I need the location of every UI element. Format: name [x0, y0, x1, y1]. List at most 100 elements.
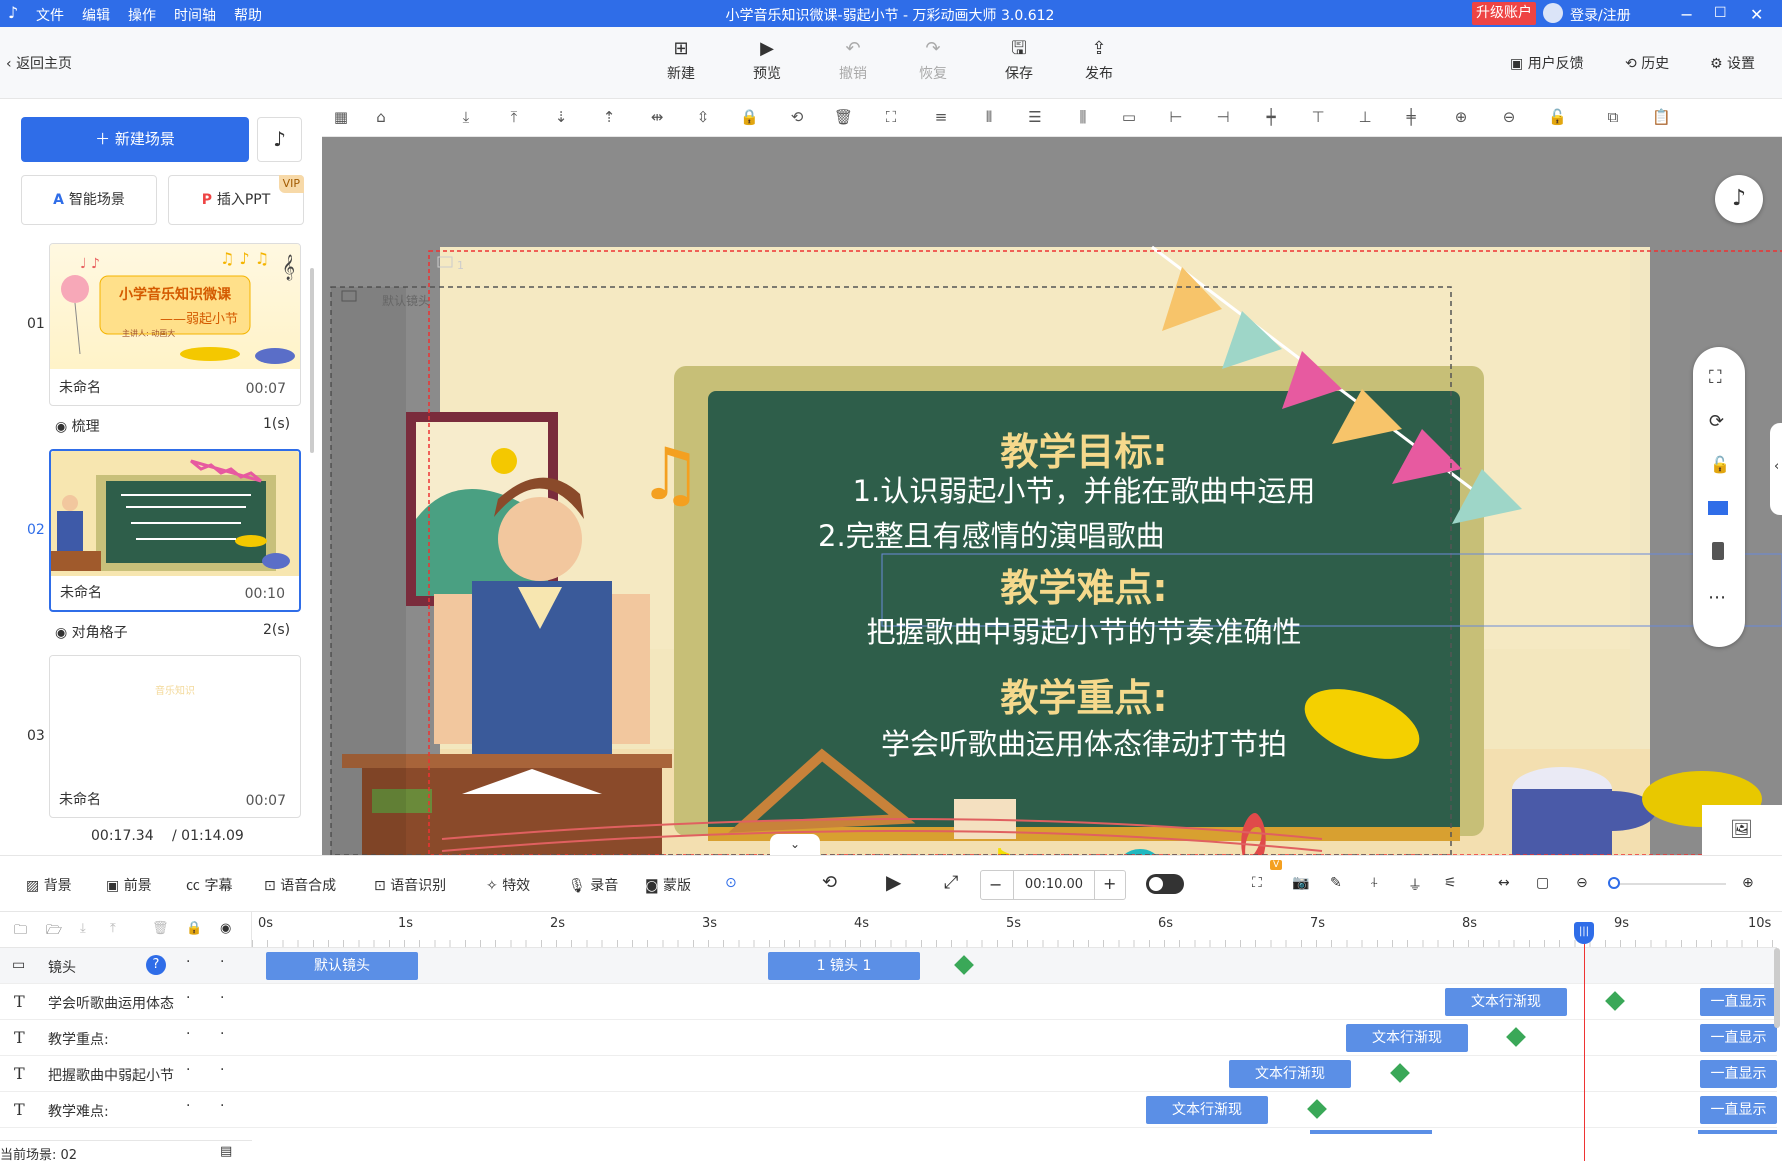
timeline-clip[interactable]: 文本行渐现: [1146, 1096, 1268, 1124]
zoom-out-icon[interactable]: ⊖: [1500, 108, 1518, 126]
focus-heading[interactable]: 教学重点:: [708, 667, 1460, 722]
tts-button[interactable]: ⊡ 语音合成: [264, 875, 336, 895]
unlock-icon[interactable]: 🔓: [1710, 455, 1730, 474]
playhead-handle[interactable]: |||: [1574, 922, 1594, 944]
timeline-clip[interactable]: 一直显示: [1700, 988, 1777, 1016]
track-header-text[interactable]: T 教学难点: · ·: [0, 1092, 252, 1128]
unlock-icon[interactable]: 🔓: [1548, 108, 1567, 126]
login-link[interactable]: 登录/注册: [1570, 5, 1631, 25]
distribute-h-icon[interactable]: ⫼: [1074, 108, 1092, 126]
keyframe-add-icon[interactable]: [1307, 1099, 1327, 1119]
screenshot-icon[interactable]: 📷: [1292, 875, 1309, 891]
keyframe-add-icon[interactable]: [1390, 1063, 1410, 1083]
scene-scrollbar[interactable]: [310, 268, 314, 453]
more-tools-icon[interactable]: ⊙: [725, 875, 737, 891]
duration-stepper[interactable]: − 00:10.00 +: [980, 870, 1126, 900]
duration-value[interactable]: 00:10.00: [1013, 871, 1095, 899]
history-link[interactable]: ⟲ 历史: [1625, 53, 1669, 73]
timeline-scrollbar[interactable]: [1774, 948, 1780, 1028]
keyframe-add-icon[interactable]: [1605, 991, 1625, 1011]
focus-line[interactable]: 学会听歌曲运用体态律动打节拍: [708, 721, 1460, 763]
menu-operate[interactable]: 操作: [128, 5, 156, 25]
edit-icon[interactable]: ✎: [1330, 875, 1342, 891]
align-right-icon[interactable]: ⊣: [1214, 108, 1232, 126]
maximize-icon[interactable]: ☐: [1714, 5, 1727, 21]
rotate-icon[interactable]: ⟲: [788, 108, 806, 126]
upgrade-button[interactable]: 升级账户: [1472, 2, 1536, 25]
align-bottom-icon[interactable]: ⊥: [1356, 108, 1374, 126]
scene-card-03[interactable]: 音乐知识 未命名 00:07: [49, 655, 301, 818]
move-down-icon[interactable]: ⇣: [552, 108, 570, 126]
play-icon[interactable]: ▶: [886, 870, 901, 894]
landscape-icon[interactable]: [1708, 501, 1728, 515]
speech-recognition-button[interactable]: ⊡ 语音识别: [374, 875, 446, 895]
replay-icon[interactable]: ⟲: [822, 872, 837, 893]
new-button[interactable]: ⊞ 新建: [651, 39, 711, 83]
fit-screen-icon[interactable]: ⛶: [1709, 367, 1722, 388]
filter-icon[interactable]: ⏚: [1408, 875, 1422, 895]
align-middle-icon[interactable]: ╪: [1402, 108, 1420, 126]
align-left-icon[interactable]: ⊢: [1167, 108, 1185, 126]
mask-button[interactable]: ◙ 蒙版: [645, 875, 691, 895]
move-top-icon[interactable]: ⤒: [505, 108, 523, 126]
time-ruler[interactable]: 0s 1s 2s 3s 4s 5s 6s 7s 8s 9s 10s: [252, 912, 1777, 948]
track-header-text[interactable]: T 学会听歌曲运用体态 · ·: [0, 984, 252, 1020]
minus-icon[interactable]: −: [989, 875, 1002, 894]
align-center-icon[interactable]: ┿: [1262, 108, 1280, 126]
close-icon[interactable]: ✕: [1750, 5, 1763, 24]
align-h-center-icon[interactable]: ≡: [932, 108, 950, 126]
back-home-link[interactable]: ‹ 返回主页: [6, 53, 72, 73]
timeline-clip[interactable]: 默认镜头: [266, 952, 418, 980]
track-header-camera[interactable]: ▭ 镜头 ? · ·: [0, 948, 252, 984]
fullscreen-icon[interactable]: ⤢: [944, 872, 958, 893]
difficulty-heading[interactable]: 教学难点:: [708, 557, 1460, 612]
same-width-icon[interactable]: ▭: [1120, 108, 1138, 126]
settings-link[interactable]: ⚙ 设置: [1710, 53, 1755, 73]
track-header-text[interactable]: T 教学重点: · ·: [0, 1020, 252, 1056]
redo-button[interactable]: ↷ 恢复: [903, 39, 963, 83]
more-icon[interactable]: ⋯: [1708, 587, 1726, 608]
menu-help[interactable]: 帮助: [234, 5, 262, 25]
menu-file[interactable]: 文件: [36, 5, 64, 25]
keyframe-add-icon[interactable]: [954, 955, 974, 975]
track-header-text[interactable]: T 把握歌曲中弱起小节 · ·: [0, 1056, 252, 1092]
camera-add-icon[interactable]: ⛶: [1252, 875, 1262, 891]
paste-icon[interactable]: 📋: [1652, 108, 1671, 126]
lock-icon[interactable]: 🔒: [740, 108, 759, 126]
delete-icon[interactable]: 🗑: [834, 108, 853, 126]
collapse-panel-tab[interactable]: ‹: [1770, 423, 1782, 515]
adjust-icon[interactable]: ⚟: [1444, 875, 1457, 891]
smart-scene-button[interactable]: A 智能场景: [21, 175, 157, 225]
timeline-clip[interactable]: 一直显示: [1700, 1024, 1777, 1052]
timeline-clip[interactable]: 一直显示: [1700, 1096, 1777, 1124]
objective-line-1[interactable]: 1.认识弱起小节，并能在歌曲中运用: [708, 468, 1460, 510]
flip-vertical-icon[interactable]: ⇳: [694, 108, 712, 126]
toggle-switch[interactable]: [1146, 874, 1184, 894]
keyframe-add-icon[interactable]: [1506, 1027, 1526, 1047]
minimap-thumbnail[interactable]: 🖼: [1702, 805, 1782, 855]
publish-button[interactable]: ⇪ 发布: [1069, 39, 1129, 83]
align-top-icon[interactable]: ⊤: [1309, 108, 1327, 126]
timeline-clip-partial[interactable]: [1698, 1130, 1777, 1134]
actual-size-icon[interactable]: ▢: [1536, 875, 1549, 891]
crop-icon[interactable]: ⛶: [882, 108, 900, 126]
timeline-clip[interactable]: 文本行渐现: [1346, 1024, 1468, 1052]
record-button[interactable]: 🎙 录音: [568, 875, 618, 895]
scene-card-02[interactable]: 未命名 00:10: [49, 449, 301, 612]
align-v-center-icon[interactable]: ⫴: [980, 108, 998, 126]
difficulty-line[interactable]: 把握歌曲中弱起小节的节奏准确性: [708, 609, 1460, 651]
lock-icon[interactable]: 🔒: [186, 921, 202, 936]
brush-icon[interactable]: ▦: [332, 108, 350, 126]
zoom-in-icon[interactable]: ⊕: [1742, 875, 1754, 891]
effects-button[interactable]: ✧ 特效: [486, 875, 530, 895]
subtitle-button[interactable]: ㏄ 字幕: [186, 875, 232, 895]
eye-icon[interactable]: ◉: [220, 921, 231, 936]
new-scene-button[interactable]: ＋ 新建场景: [21, 117, 249, 162]
plus-icon[interactable]: +: [1103, 874, 1116, 893]
zoom-slider-handle[interactable]: [1608, 877, 1620, 889]
timeline-clip[interactable]: 文本行渐现: [1445, 988, 1567, 1016]
feedback-link[interactable]: ▣ 用户反馈: [1510, 53, 1584, 73]
folder-plus-icon[interactable]: 🗁: [46, 921, 62, 943]
transition-item-2[interactable]: ◉ 对角格子 2(s): [55, 622, 295, 642]
save-button[interactable]: 🖫 保存: [989, 39, 1049, 83]
